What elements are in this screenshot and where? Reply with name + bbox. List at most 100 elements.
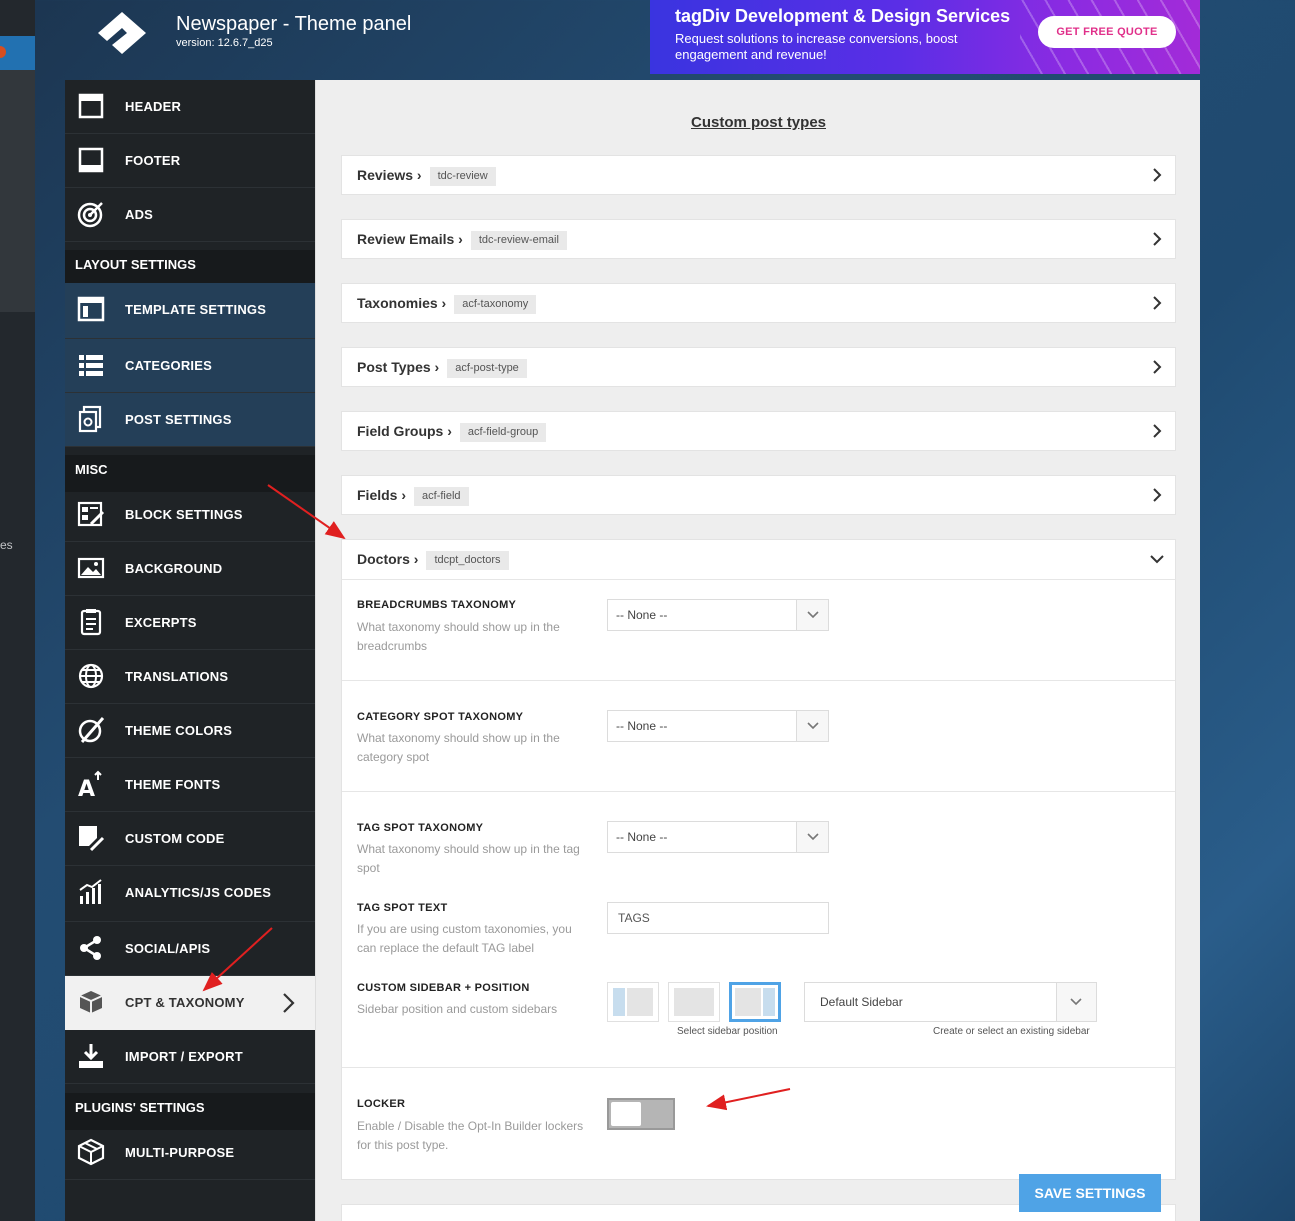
wp-active-menu-item[interactable] (0, 36, 35, 70)
chevron-right-icon (1153, 296, 1162, 310)
panel-slug-tag: tdcpt_doctors (426, 550, 509, 570)
sidebar-item-custom-code[interactable]: CUSTOM CODE (65, 812, 315, 866)
select-dropdown-toggle[interactable] (796, 600, 828, 630)
locker-toggle[interactable] (607, 1098, 675, 1130)
chevron-down-icon (807, 833, 819, 841)
sidebar-item-label: EXCERPTS (125, 615, 197, 630)
panel-title: Fields › acf-field (357, 476, 469, 514)
sidebar-item-ads[interactable]: ADS (65, 188, 315, 242)
sidebar-item-label: MULTI-PURPOSE (125, 1145, 235, 1160)
panel-slug-tag: tdc-review-email (470, 230, 567, 250)
select-dropdown-toggle[interactable] (796, 711, 828, 741)
sidebar-item-label: CPT & TAXONOMY (125, 995, 245, 1010)
panel-slug-tag: acf-post-type (447, 358, 527, 378)
panel-post-types[interactable]: Post Types › acf-post-type (341, 347, 1176, 387)
select-value: -- None -- (616, 608, 668, 622)
sidebar-item-header[interactable]: HEADER (65, 80, 315, 134)
sidebar-item-excerpts[interactable]: EXCERPTS (65, 596, 315, 650)
sidebar-item-label: ANALYTICS/JS CODES (125, 885, 272, 900)
sidebar-item-block-settings[interactable]: BLOCK SETTINGS (65, 488, 315, 542)
panel-fields[interactable]: Fields › acf-field (341, 475, 1176, 515)
svg-text:A: A (78, 777, 95, 798)
panel-title-text: Taxonomies (357, 295, 438, 311)
sidebar-item-label: POST SETTINGS (125, 412, 232, 427)
sidebar-position-caption: Select sidebar position (677, 1026, 778, 1037)
option-description: Sidebar position and custom sidebars (357, 1002, 558, 1016)
sidebar-block (613, 988, 625, 1016)
panel-slug-tag: acf-taxonomy (454, 294, 537, 314)
panel-title: Review Emails › tdc-review-email (357, 220, 567, 258)
get-free-quote-button[interactable]: GET FREE QUOTE (1038, 16, 1176, 48)
panel-reviews[interactable]: Reviews › tdc-review (341, 155, 1176, 195)
sidebar-item-theme-colors[interactable]: THEME COLORS (65, 704, 315, 758)
wp-menu-fragment[interactable]: es (0, 538, 13, 552)
sidebar-item-label: BLOCK SETTINGS (125, 507, 243, 522)
option-description: If you are using custom taxonomies, you … (357, 922, 572, 955)
sidebar-position-left[interactable] (607, 982, 659, 1022)
panel-header: Newspaper - Theme panel version: 12.6.7_… (65, 0, 650, 80)
chevron-right-icon (1153, 232, 1162, 246)
sidebar-item-social-apis[interactable]: SOCIAL/APIS (65, 922, 315, 976)
sidebar-position-right[interactable] (729, 982, 781, 1022)
content-block (674, 988, 714, 1016)
sidebar-item-categories[interactable]: CATEGORIES (65, 339, 315, 393)
panel-title: Post Types › acf-post-type (357, 348, 527, 386)
sidebar-item-multi-purpose[interactable]: MULTI-PURPOSE (65, 1126, 315, 1180)
tag-spot-text-input[interactable]: TAGS (607, 902, 829, 934)
sidebar-item-template-settings[interactable]: TEMPLATE SETTINGS (65, 283, 315, 339)
tag-spot-taxonomy-select[interactable]: -- None -- (607, 821, 829, 853)
panel-doctors[interactable]: Doctors › tdcpt_doctors (341, 539, 1176, 580)
panel-title: Taxonomies › acf-taxonomy (357, 284, 537, 322)
panel-field-groups[interactable]: Field Groups › acf-field-group (341, 411, 1176, 451)
chevron-right-icon (1153, 424, 1162, 438)
sidebar-item-label: IMPORT / EXPORT (125, 1049, 243, 1064)
panel-review-emails[interactable]: Review Emails › tdc-review-email (341, 219, 1176, 259)
breadcrumbs-taxonomy-select[interactable]: -- None -- (607, 599, 829, 631)
custom-sidebar-caption: Create or select an existing sidebar (933, 1026, 1090, 1037)
sidebar-item-import-export[interactable]: IMPORT / EXPORT (65, 1030, 315, 1084)
save-settings-button[interactable]: SAVE SETTINGS (1019, 1174, 1161, 1212)
custom-sidebar-select[interactable]: Default Sidebar (804, 982, 1097, 1022)
panel-title: Field Groups › acf-field-group (357, 412, 547, 450)
sidebar-item-translations[interactable]: TRANSLATIONS (65, 650, 315, 704)
sidebar-item-theme-fonts[interactable]: A THEME FONTS (65, 758, 315, 812)
panel-title-text: Fields (357, 487, 398, 503)
content-block (627, 988, 653, 1016)
option-title: BREADCRUMBS TAXONOMY (357, 599, 517, 611)
panel-title: Doctors › tdcpt_doctors (357, 540, 509, 578)
select-dropdown-toggle[interactable] (1056, 983, 1096, 1021)
sidebar-item-background[interactable]: BACKGROUND (65, 542, 315, 596)
wp-admin-menu: es (0, 0, 35, 1221)
image-icon (77, 554, 105, 582)
sidebar-item-cpt-taxonomy[interactable]: CPT & TAXONOMY (65, 976, 315, 1030)
font-icon: A (77, 770, 105, 802)
promo-banner[interactable]: tagDiv Development & Design Services Req… (650, 0, 1200, 74)
category-spot-taxonomy-select[interactable]: -- None -- (607, 710, 829, 742)
row-divider (342, 680, 1175, 681)
banner-description: Request solutions to increase conversion… (675, 31, 958, 62)
panel-doctors-body: BREADCRUMBS TAXONOMY What taxonomy shoul… (341, 580, 1176, 1180)
page-title: Custom post types (690, 114, 826, 131)
sidebar-block (763, 988, 775, 1016)
sidebar-item-analytics[interactable]: ANALYTICS/JS CODES (65, 866, 315, 922)
palette-icon (77, 716, 105, 744)
panel-taxonomies[interactable]: Taxonomies › acf-taxonomy (341, 283, 1176, 323)
option-description: Enable / Disable the Opt-In Builder lock… (357, 1119, 584, 1152)
template-icon (77, 295, 105, 323)
document-icon (77, 608, 105, 636)
chevron-right-icon (1153, 360, 1162, 374)
sidebar-item-footer[interactable]: FOOTER (65, 134, 315, 188)
chevron-down-icon (807, 611, 819, 619)
panel-title-text: Doctors (357, 551, 410, 567)
newspaper-logo-icon (98, 12, 146, 54)
chevron-right-icon (283, 993, 295, 1013)
sidebar-position-none[interactable] (668, 982, 720, 1022)
banner-title: tagDiv Development & Design Services (675, 6, 1011, 26)
select-dropdown-toggle[interactable] (796, 822, 828, 852)
sidebar-item-post-settings[interactable]: POST SETTINGS (65, 393, 315, 447)
app-version: version: 12.6.7_d25 (176, 37, 273, 49)
sidebar-item-label: FOOTER (125, 153, 181, 168)
main-content: Custom post types Reviews › tdc-review Re… (315, 80, 1200, 1221)
analytics-icon (77, 878, 105, 906)
sidebar-item-label: TEMPLATE SETTINGS (125, 302, 267, 317)
